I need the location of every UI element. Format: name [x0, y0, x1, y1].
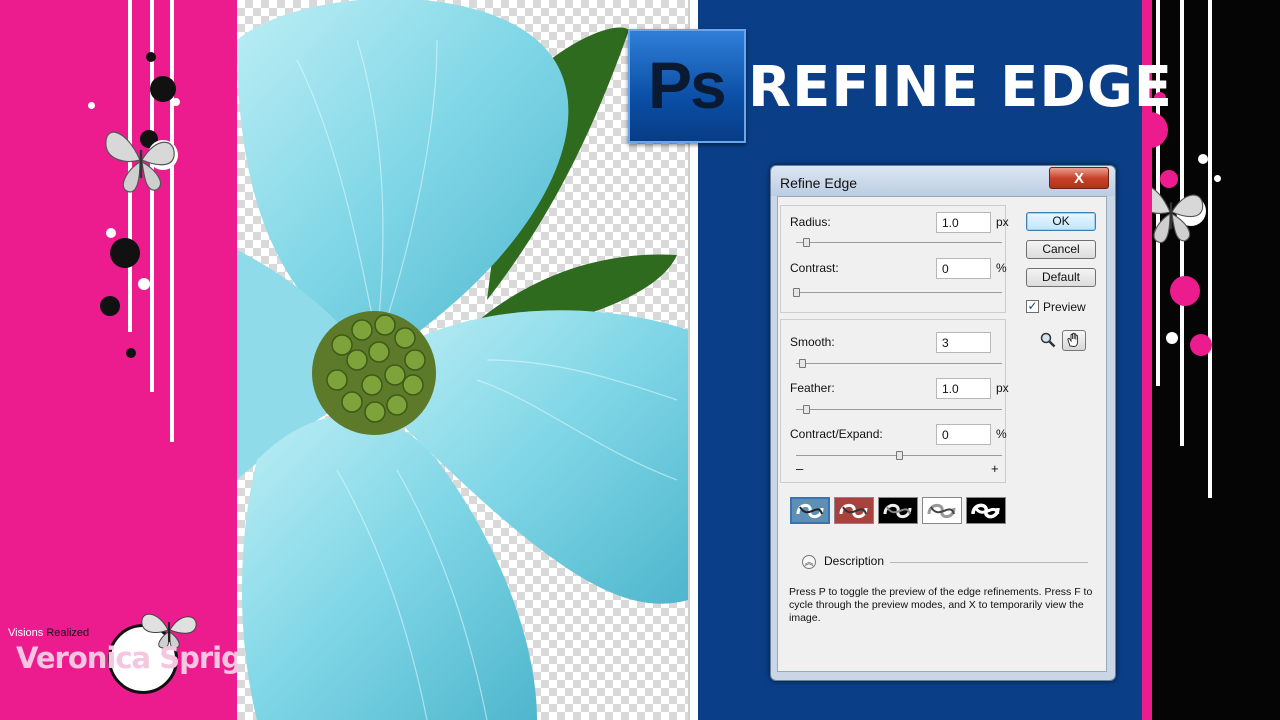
cancel-button[interactable]: Cancel [1026, 240, 1096, 259]
decor-dot [1166, 332, 1178, 344]
radius-unit: px [996, 215, 1009, 229]
on-black-mode[interactable] [878, 497, 918, 524]
decor-dot [1198, 154, 1208, 164]
decor-dot [146, 52, 156, 62]
feather-label: Feather: [790, 381, 835, 395]
decor-dot [1170, 276, 1200, 306]
description-heading: Description [824, 554, 885, 568]
contract-expand-label: Contract/Expand: [790, 427, 883, 441]
contract-expand-slider-thumb[interactable] [896, 451, 903, 460]
contrast-label: Contrast: [790, 261, 839, 275]
brand-name: Veronica Spriggs [16, 641, 237, 675]
flower-image [237, 0, 688, 720]
ok-button[interactable]: OK [1026, 212, 1096, 231]
decor-dot [88, 102, 95, 109]
contract-expand-unit: % [996, 427, 1007, 441]
feather-unit: px [996, 381, 1009, 395]
contrast-slider-thumb[interactable] [793, 288, 800, 297]
description-divider [890, 562, 1088, 563]
photoshop-logo: Ps [628, 29, 746, 143]
plus-icon: + [991, 461, 999, 476]
smooth-slider[interactable] [796, 363, 1002, 364]
brand-tagline-b: Realized [46, 627, 90, 639]
contract-expand-input[interactable]: 0 [936, 424, 991, 445]
decor-dot [1190, 334, 1212, 356]
headline-title: REFINE EDGE [748, 55, 1174, 120]
default-button[interactable]: Default [1026, 268, 1096, 287]
radius-slider-thumb[interactable] [803, 238, 811, 247]
image-canvas [237, 0, 688, 720]
feather-slider[interactable] [796, 409, 1002, 410]
feather-input[interactable]: 1.0 [936, 378, 991, 399]
photoshop-logo-text: Ps [648, 48, 727, 122]
decor-dot [172, 98, 180, 106]
decor-dot [106, 228, 116, 238]
smooth-label: Smooth: [790, 335, 835, 349]
decor-dot [138, 278, 150, 290]
hand-icon [1067, 332, 1078, 347]
left-decor-panel: Visions Realized Veronica Spriggs [0, 0, 237, 720]
radius-label: Radius: [790, 215, 831, 229]
hand-tool-button[interactable] [1062, 330, 1086, 351]
decor-dot [126, 348, 136, 358]
contrast-unit: % [996, 261, 1007, 275]
quick-mask-mode[interactable] [834, 497, 874, 524]
dialog-title: Refine Edge [780, 175, 858, 191]
dialog-titlebar[interactable]: Refine Edge X [771, 166, 1115, 196]
on-white-mode[interactable] [922, 497, 962, 524]
radius-input[interactable]: 1.0 [936, 212, 991, 233]
brand-tagline: Visions Realized [8, 627, 89, 639]
contrast-slider[interactable] [796, 292, 1002, 293]
decor-stripe [170, 0, 174, 442]
radius-slider[interactable] [796, 242, 1002, 243]
preview-label: Preview [1043, 300, 1086, 314]
dialog-body: Radius: 1.0 px Contrast: 0 % Smooth: 3 F… [777, 196, 1107, 672]
decor-dot [100, 296, 120, 316]
contrast-input[interactable]: 0 [936, 258, 991, 279]
brand-tagline-a: Visions [8, 627, 44, 639]
collapse-description-icon[interactable]: ︽ [802, 555, 816, 569]
decor-dot [150, 76, 176, 102]
standard-mode[interactable] [790, 497, 830, 524]
smooth-input[interactable]: 3 [936, 332, 991, 353]
preview-checkbox[interactable]: ✓ [1026, 300, 1039, 313]
minus-icon: – [796, 461, 804, 476]
zoom-icon[interactable] [1040, 332, 1056, 348]
mask-mode[interactable] [966, 497, 1006, 524]
smooth-slider-thumb[interactable] [799, 359, 807, 368]
feather-slider-thumb[interactable] [803, 405, 811, 414]
description-text: Press P to toggle the preview of the edg… [789, 586, 1093, 624]
close-button[interactable]: X [1049, 167, 1109, 189]
decor-dot [110, 238, 140, 268]
refine-edge-dialog: Refine Edge X Radius: 1.0 px Contrast: 0… [770, 165, 1116, 681]
butterfly-icon [1152, 187, 1204, 244]
butterfly-icon [105, 131, 175, 193]
decor-dot [1214, 175, 1221, 182]
